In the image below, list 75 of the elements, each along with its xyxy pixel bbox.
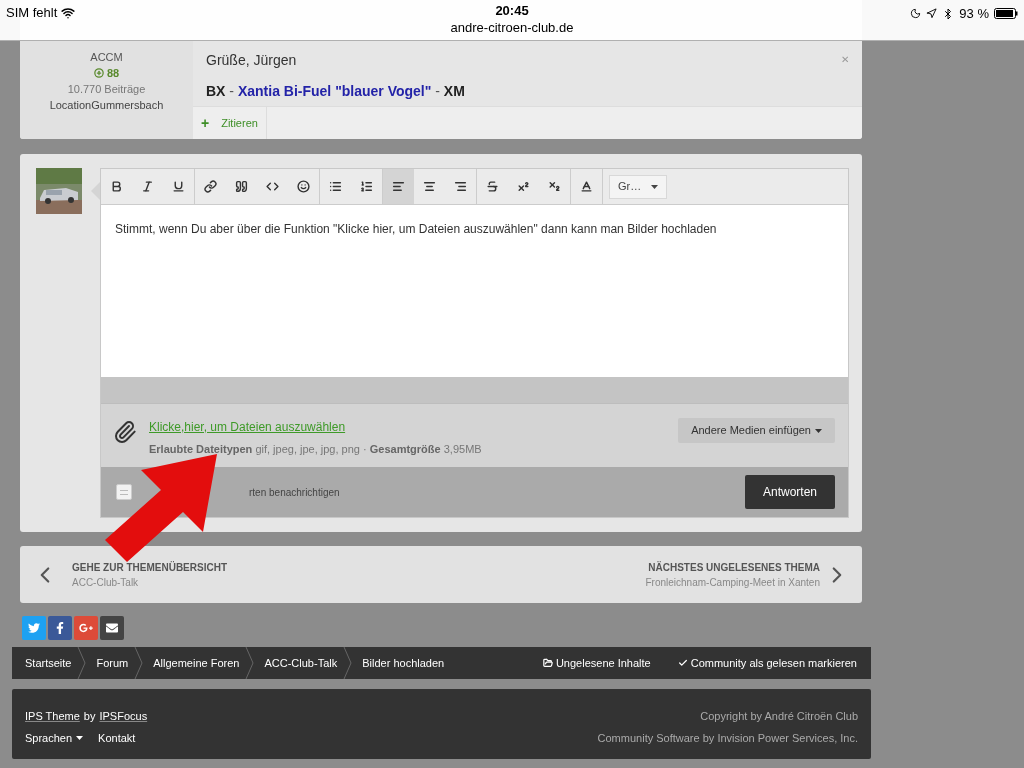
caret-icon <box>76 735 84 740</box>
underline-icon <box>172 180 185 193</box>
google-plus-share-button[interactable] <box>74 616 98 640</box>
by-text: by <box>83 709 96 724</box>
ipsfocus-link[interactable]: IPSFocus <box>99 708 148 725</box>
caret-icon <box>815 428 822 433</box>
font-dropdown[interactable]: Gr… <box>609 174 668 199</box>
quote-button[interactable]: + Zitieren <box>193 107 267 139</box>
numbered-list-icon <box>360 180 373 193</box>
facebook-f-icon <box>54 622 66 634</box>
bird-icon <box>28 622 40 634</box>
copyright-text: Copyright by André Citroën Club <box>700 709 858 724</box>
align-center-icon <box>423 180 436 193</box>
contact-link[interactable]: Kontakt <box>98 729 136 746</box>
paperclip-icon <box>113 420 137 444</box>
breadcrumb-action-link[interactable]: Ungelesene Inhalte <box>542 654 651 672</box>
google-plus-icon <box>79 621 93 635</box>
notify-label: rten benachrichtigen <box>249 485 340 500</box>
allowed-types-text: Erlaubte Dateitypen gif, jpeg, jpe, jpg, png · Gesamtgröße 3,95MB <box>149 442 483 457</box>
next-topic-title[interactable]: NÄCHSTES UNGELESENES THEMA <box>648 559 820 575</box>
breadcrumb-separator-icon <box>245 647 255 679</box>
twitter-share-button[interactable] <box>22 616 46 640</box>
breadcrumb-separator-icon <box>134 647 144 679</box>
breadcrumb-link[interactable]: Forum <box>96 654 129 672</box>
envelope-icon <box>106 622 118 634</box>
bold-icon <box>110 180 123 193</box>
align-left-tool[interactable] <box>383 169 414 204</box>
breadcrumb-separator-icon <box>77 647 87 679</box>
strikethrough-icon <box>486 180 499 193</box>
facebook-share-button[interactable] <box>48 616 72 640</box>
subscript-icon <box>548 180 561 193</box>
reply-button[interactable]: Antworten <box>744 475 835 509</box>
bullet-list-icon <box>329 180 342 193</box>
code-icon <box>266 180 279 193</box>
font-color-icon <box>580 180 593 193</box>
quote-icon <box>235 180 248 193</box>
caret-icon <box>651 184 659 189</box>
align-left-icon <box>392 180 405 193</box>
post-count: 10.770 Beiträge <box>67 82 146 97</box>
location-arrow-icon <box>926 8 938 20</box>
member-group: ACCM <box>90 49 123 65</box>
link-icon <box>204 180 217 193</box>
notify-checkbox[interactable] <box>116 484 132 500</box>
battery-icon <box>994 8 1018 20</box>
signature-text: BX - Xantia Bi-Fuel "blauer Vogel" - XM <box>206 82 466 101</box>
align-right-icon <box>454 180 467 193</box>
folder-icon <box>542 658 553 668</box>
moon-icon <box>910 8 922 20</box>
reputation-icon <box>93 68 104 78</box>
breadcrumb-link[interactable]: Bilder hochladen <box>362 654 445 672</box>
battery-text: 93 % <box>959 5 989 23</box>
email-share-button[interactable] <box>100 616 124 640</box>
location-text: LocationGummersbach <box>49 98 164 113</box>
reputation-count: 88 <box>106 66 120 81</box>
language-menu[interactable]: Sprachen <box>25 729 84 746</box>
wifi-icon <box>61 5 76 20</box>
superscript-icon <box>517 180 530 193</box>
breadcrumb-link[interactable]: Startseite <box>25 654 72 672</box>
check-icon <box>677 658 688 668</box>
clock-text: 20:45 <box>495 3 529 19</box>
breadcrumb-action-link[interactable]: Community als gelesen markieren <box>677 654 857 672</box>
theme-link[interactable]: IPS Theme <box>25 708 80 725</box>
plus-icon: + <box>201 112 210 134</box>
breadcrumb-link[interactable]: ACC-Club-Talk <box>264 654 338 672</box>
editor-text-area[interactable]: Stimmt, wenn Du aber über die Funktion "Klicke hier, um Dateien auszuwählen" dann kann man Bilder hochladen <box>101 205 848 377</box>
carrier-text: SIM fehlt <box>6 4 58 22</box>
other-media-button[interactable]: Andere Medien einfügen <box>678 418 835 443</box>
post-greeting: Grüße, Jürgen <box>206 51 297 70</box>
prev-topic-title[interactable]: GEHE ZUR THEMENÜBERSICHT <box>72 559 227 575</box>
breadcrumb-link[interactable]: Allgemeine Foren <box>153 654 240 672</box>
software-credit-text: Community Software by Invision Power Services, Inc. <box>597 730 858 746</box>
url-text[interactable]: andre-citroen-club.de <box>450 20 574 36</box>
italic-icon <box>141 180 154 193</box>
smiley-icon <box>297 180 310 193</box>
breadcrumb-separator-icon <box>343 647 353 679</box>
